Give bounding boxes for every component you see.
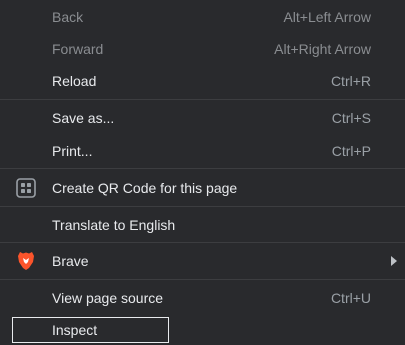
menu-item-translate[interactable]: Translate to English [0, 212, 405, 238]
menu-item-label: Print... [52, 143, 93, 159]
menu-item-label: Translate to English [52, 217, 176, 233]
menu-item-shortcut: Ctrl+P [331, 143, 371, 159]
chevron-right-icon [391, 256, 397, 266]
menu-item-shortcut: Ctrl+U [330, 290, 371, 306]
menu-item-shortcut: Alt+Right Arrow [274, 41, 371, 57]
brave-lion-icon [16, 251, 36, 271]
menu-item-label: Back [52, 9, 84, 25]
menu-separator [0, 99, 405, 100]
menu-item-forward[interactable]: Forward Alt+Right Arrow [0, 36, 405, 62]
menu-item-label: View page source [52, 290, 164, 306]
context-menu: Back Alt+Left Arrow Forward Alt+Right Ar… [0, 0, 405, 345]
menu-item-label: Brave [52, 253, 89, 269]
menu-item-label: Create QR Code for this page [52, 180, 238, 196]
menu-item-label: Save as... [52, 110, 115, 126]
menu-item-shortcut: Ctrl+R [330, 73, 371, 89]
menu-separator [0, 168, 405, 169]
menu-separator [0, 206, 405, 207]
menu-item-save-as[interactable]: Save as... Ctrl+S [0, 105, 405, 131]
menu-item-view-page-source[interactable]: View page source Ctrl+U [0, 285, 405, 311]
menu-item-label: Reload [52, 73, 97, 89]
menu-separator [0, 279, 405, 280]
focus-outline [12, 317, 169, 343]
menu-item-back[interactable]: Back Alt+Left Arrow [0, 4, 405, 30]
menu-item-label: Forward [52, 41, 104, 57]
menu-item-print[interactable]: Print... Ctrl+P [0, 138, 405, 164]
menu-item-brave[interactable]: Brave [0, 248, 405, 274]
menu-item-reload[interactable]: Reload Ctrl+R [0, 68, 405, 94]
menu-separator [0, 242, 405, 243]
qr-code-icon [16, 178, 36, 198]
menu-item-create-qr-code[interactable]: Create QR Code for this page [0, 175, 405, 201]
menu-item-shortcut: Alt+Left Arrow [283, 9, 371, 25]
menu-item-shortcut: Ctrl+S [331, 110, 371, 126]
